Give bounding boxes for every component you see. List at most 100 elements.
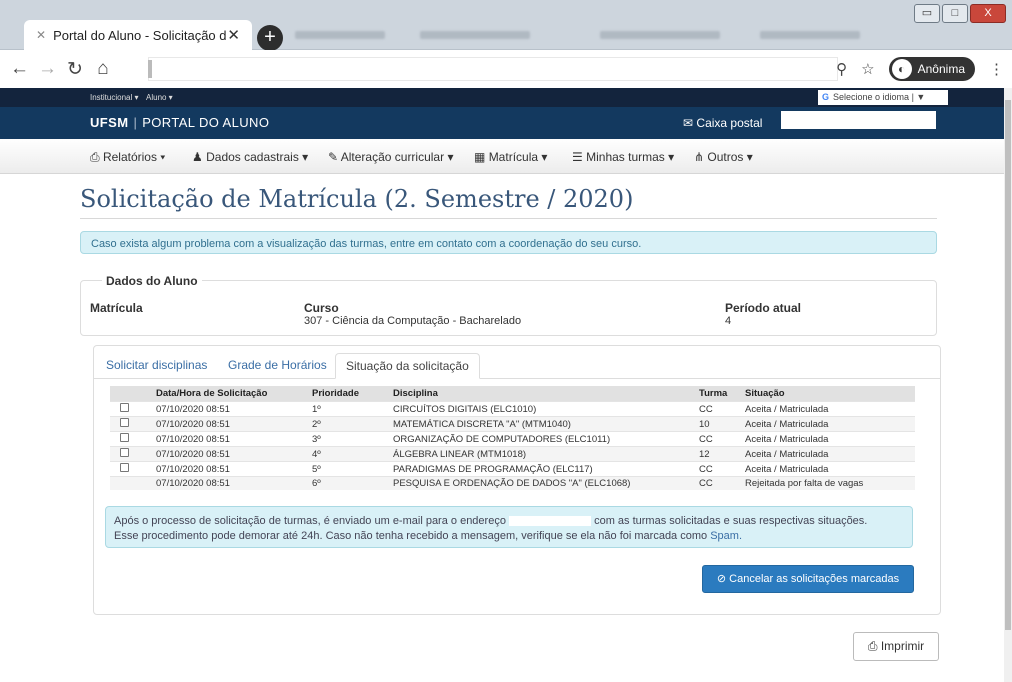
brand-separator: |: [133, 115, 138, 130]
language-select[interactable]: G Selecione o idioma | ▼: [818, 90, 948, 105]
table-row: 07/10/2020 08:51 1º CIRCUÍTOS DIGITAIS (…: [110, 401, 915, 417]
coordination-notice: Caso exista algum problema com a visuali…: [80, 231, 937, 254]
curso-value: 307 - Ciência da Computação - Bacharelad…: [304, 315, 522, 327]
incognito-label: Anônima: [917, 62, 965, 76]
reload-icon[interactable]: ↻: [66, 58, 84, 81]
tab-title: Portal do Aluno - Solicitação de M: [53, 27, 227, 43]
ban-icon: ⊘: [716, 573, 727, 585]
language-select-label: Selecione o idioma | ▼: [833, 92, 926, 102]
background-tab[interactable]: [295, 22, 385, 48]
table-header-row: Data/Hora de Solicitação Prioridade Disc…: [110, 386, 915, 402]
row-select-checkbox[interactable]: [120, 448, 129, 457]
tab-solicitar-disciplinas[interactable]: Solicitar disciplinas: [106, 358, 207, 372]
info-text-part2: com as turmas solicitadas e suas respect…: [594, 515, 868, 527]
tab-situacao-solicitacao[interactable]: Situação da solicitação: [335, 353, 480, 379]
brand-bar: UFSM | PORTAL DO ALUNO ✉ Caixa postal: [0, 107, 1004, 139]
table-row: 07/10/2020 08:51 6º PESQUISA E ORDENAÇÃO…: [110, 476, 915, 490]
row-select-checkbox[interactable]: [120, 418, 129, 427]
table-row: 07/10/2020 08:51 2º MATEMÁTICA DISCRETA …: [110, 416, 915, 432]
window-controls: ▭ □ X: [914, 4, 1006, 23]
row-select-checkbox[interactable]: [120, 463, 129, 472]
browser-tab-active[interactable]: ✕ Portal do Aluno - Solicitação de M ✕: [24, 20, 252, 50]
menu-minhas-turmas[interactable]: ☰ Minhas turmas ▾: [572, 150, 674, 164]
minimize-button[interactable]: ▭: [914, 4, 940, 23]
row-prioridade: 1º: [308, 401, 389, 417]
spam-link[interactable]: Spam.: [710, 530, 742, 542]
table-row: 07/10/2020 08:51 4º ÁLGEBRA LINEAR (MTM1…: [110, 446, 915, 462]
menu-alteracao-curricular[interactable]: ✎ Alteração curricular ▾: [328, 150, 453, 164]
user-icon: ♟: [192, 150, 203, 164]
row-select-cell: [110, 461, 152, 477]
row-select-cell: [110, 401, 152, 417]
maximize-button[interactable]: □: [942, 4, 968, 23]
tab-grade-horarios[interactable]: Grade de Horários: [228, 358, 327, 372]
column-header-turma: Turma: [695, 386, 741, 402]
menu-matricula[interactable]: ▦ Matrícula ▾: [474, 150, 547, 164]
menu-dados-cadastrais[interactable]: ♟ Dados cadastrais ▾: [192, 150, 308, 164]
caixa-postal-field[interactable]: [781, 111, 936, 129]
page-favicon-icon: ✕: [36, 28, 47, 42]
browser-menu-icon[interactable]: ⋮: [989, 60, 1004, 78]
curso-label: Curso: [304, 301, 339, 315]
close-window-button[interactable]: X: [970, 4, 1006, 23]
home-icon[interactable]: ⌂: [94, 58, 112, 80]
row-turma: CC: [695, 476, 741, 490]
envelope-icon: ✉: [683, 116, 694, 130]
institucional-menu[interactable]: Institucional ▾: [90, 93, 138, 102]
zoom-search-icon[interactable]: ⚲: [836, 60, 847, 78]
address-bar-cursor: [148, 60, 152, 78]
title-divider: [80, 218, 937, 219]
row-turma: CC: [695, 461, 741, 477]
browser-titlebar: ✕ Portal do Aluno - Solicitação de M ✕ +…: [0, 0, 1012, 51]
print-button[interactable]: ⎙ Imprimir: [853, 632, 939, 661]
row-data: 07/10/2020 08:51: [152, 416, 308, 432]
cancel-solicitations-button[interactable]: ⊘ Cancelar as solicitações marcadas: [702, 565, 914, 593]
menu-outros[interactable]: ⋔ Outros ▾: [694, 150, 753, 164]
solicitation-table: Data/Hora de Solicitação Prioridade Disc…: [110, 386, 915, 490]
row-situacao: Aceita / Matriculada: [741, 431, 915, 447]
caixa-postal-link[interactable]: ✉ Caixa postal: [683, 116, 762, 130]
main-menu: ⎙ Relatórios ▾ ♟ Dados cadastrais ▾ ✎ Al…: [0, 139, 1004, 174]
row-data: 07/10/2020 08:51: [152, 446, 308, 462]
background-tab[interactable]: [760, 22, 860, 48]
aluno-menu[interactable]: Aluno ▾: [146, 93, 173, 102]
row-disciplina: ORGANIZAÇÃO DE COMPUTADORES (ELC1011): [389, 431, 695, 447]
background-tab[interactable]: [600, 22, 720, 48]
row-prioridade: 4º: [308, 446, 389, 462]
forward-icon[interactable]: →: [38, 58, 57, 80]
row-select-checkbox[interactable]: [120, 433, 129, 442]
row-situacao: Aceita / Matriculada: [741, 461, 915, 477]
bookmark-star-icon[interactable]: ☆: [861, 60, 874, 78]
row-data: 07/10/2020 08:51: [152, 431, 308, 447]
redacted-email: [509, 516, 592, 527]
scrollbar-thumb[interactable]: [1005, 100, 1011, 630]
utility-bar: Institucional ▾ Aluno ▾ G Selecione o idi…: [0, 88, 1004, 107]
row-select-cell: [110, 416, 152, 432]
column-header-data: Data/Hora de Solicitação: [152, 386, 308, 402]
browser-window: ✕ Portal do Aluno - Solicitação de M ✕ +…: [0, 0, 1012, 682]
periodo-label: Período atual: [725, 301, 802, 315]
page-scrollbar[interactable]: [1004, 88, 1012, 682]
row-turma: 12: [695, 446, 741, 462]
google-translate-icon: G: [822, 92, 830, 102]
table-row: 07/10/2020 08:51 3º ORGANIZAÇÃO DE COMPU…: [110, 431, 915, 447]
address-bar[interactable]: [148, 57, 838, 81]
portal-logo[interactable]: UFSM | PORTAL DO ALUNO: [90, 115, 269, 130]
tab-close-icon[interactable]: ✕: [227, 26, 240, 44]
incognito-badge[interactable]: ◐ Anônima: [888, 57, 975, 81]
edit-icon: ✎: [328, 150, 339, 164]
print-icon: ⎙: [90, 150, 100, 164]
back-icon[interactable]: ←: [10, 58, 29, 80]
matricula-label: Matrícula: [90, 301, 143, 315]
menu-relatorios[interactable]: ⎙ Relatórios ▾: [90, 150, 165, 165]
sitemap-icon: ⋔: [694, 150, 705, 164]
print-button-label: Imprimir: [880, 639, 925, 653]
list-icon: ☰: [572, 150, 583, 164]
ufsm-label: UFSM: [90, 115, 129, 130]
row-turma: CC: [695, 401, 741, 417]
background-tab[interactable]: [420, 22, 530, 48]
new-tab-button[interactable]: +: [257, 25, 283, 51]
row-select-cell: [110, 431, 152, 447]
row-select-checkbox[interactable]: [120, 403, 129, 412]
portal-label: PORTAL DO ALUNO: [142, 115, 270, 130]
